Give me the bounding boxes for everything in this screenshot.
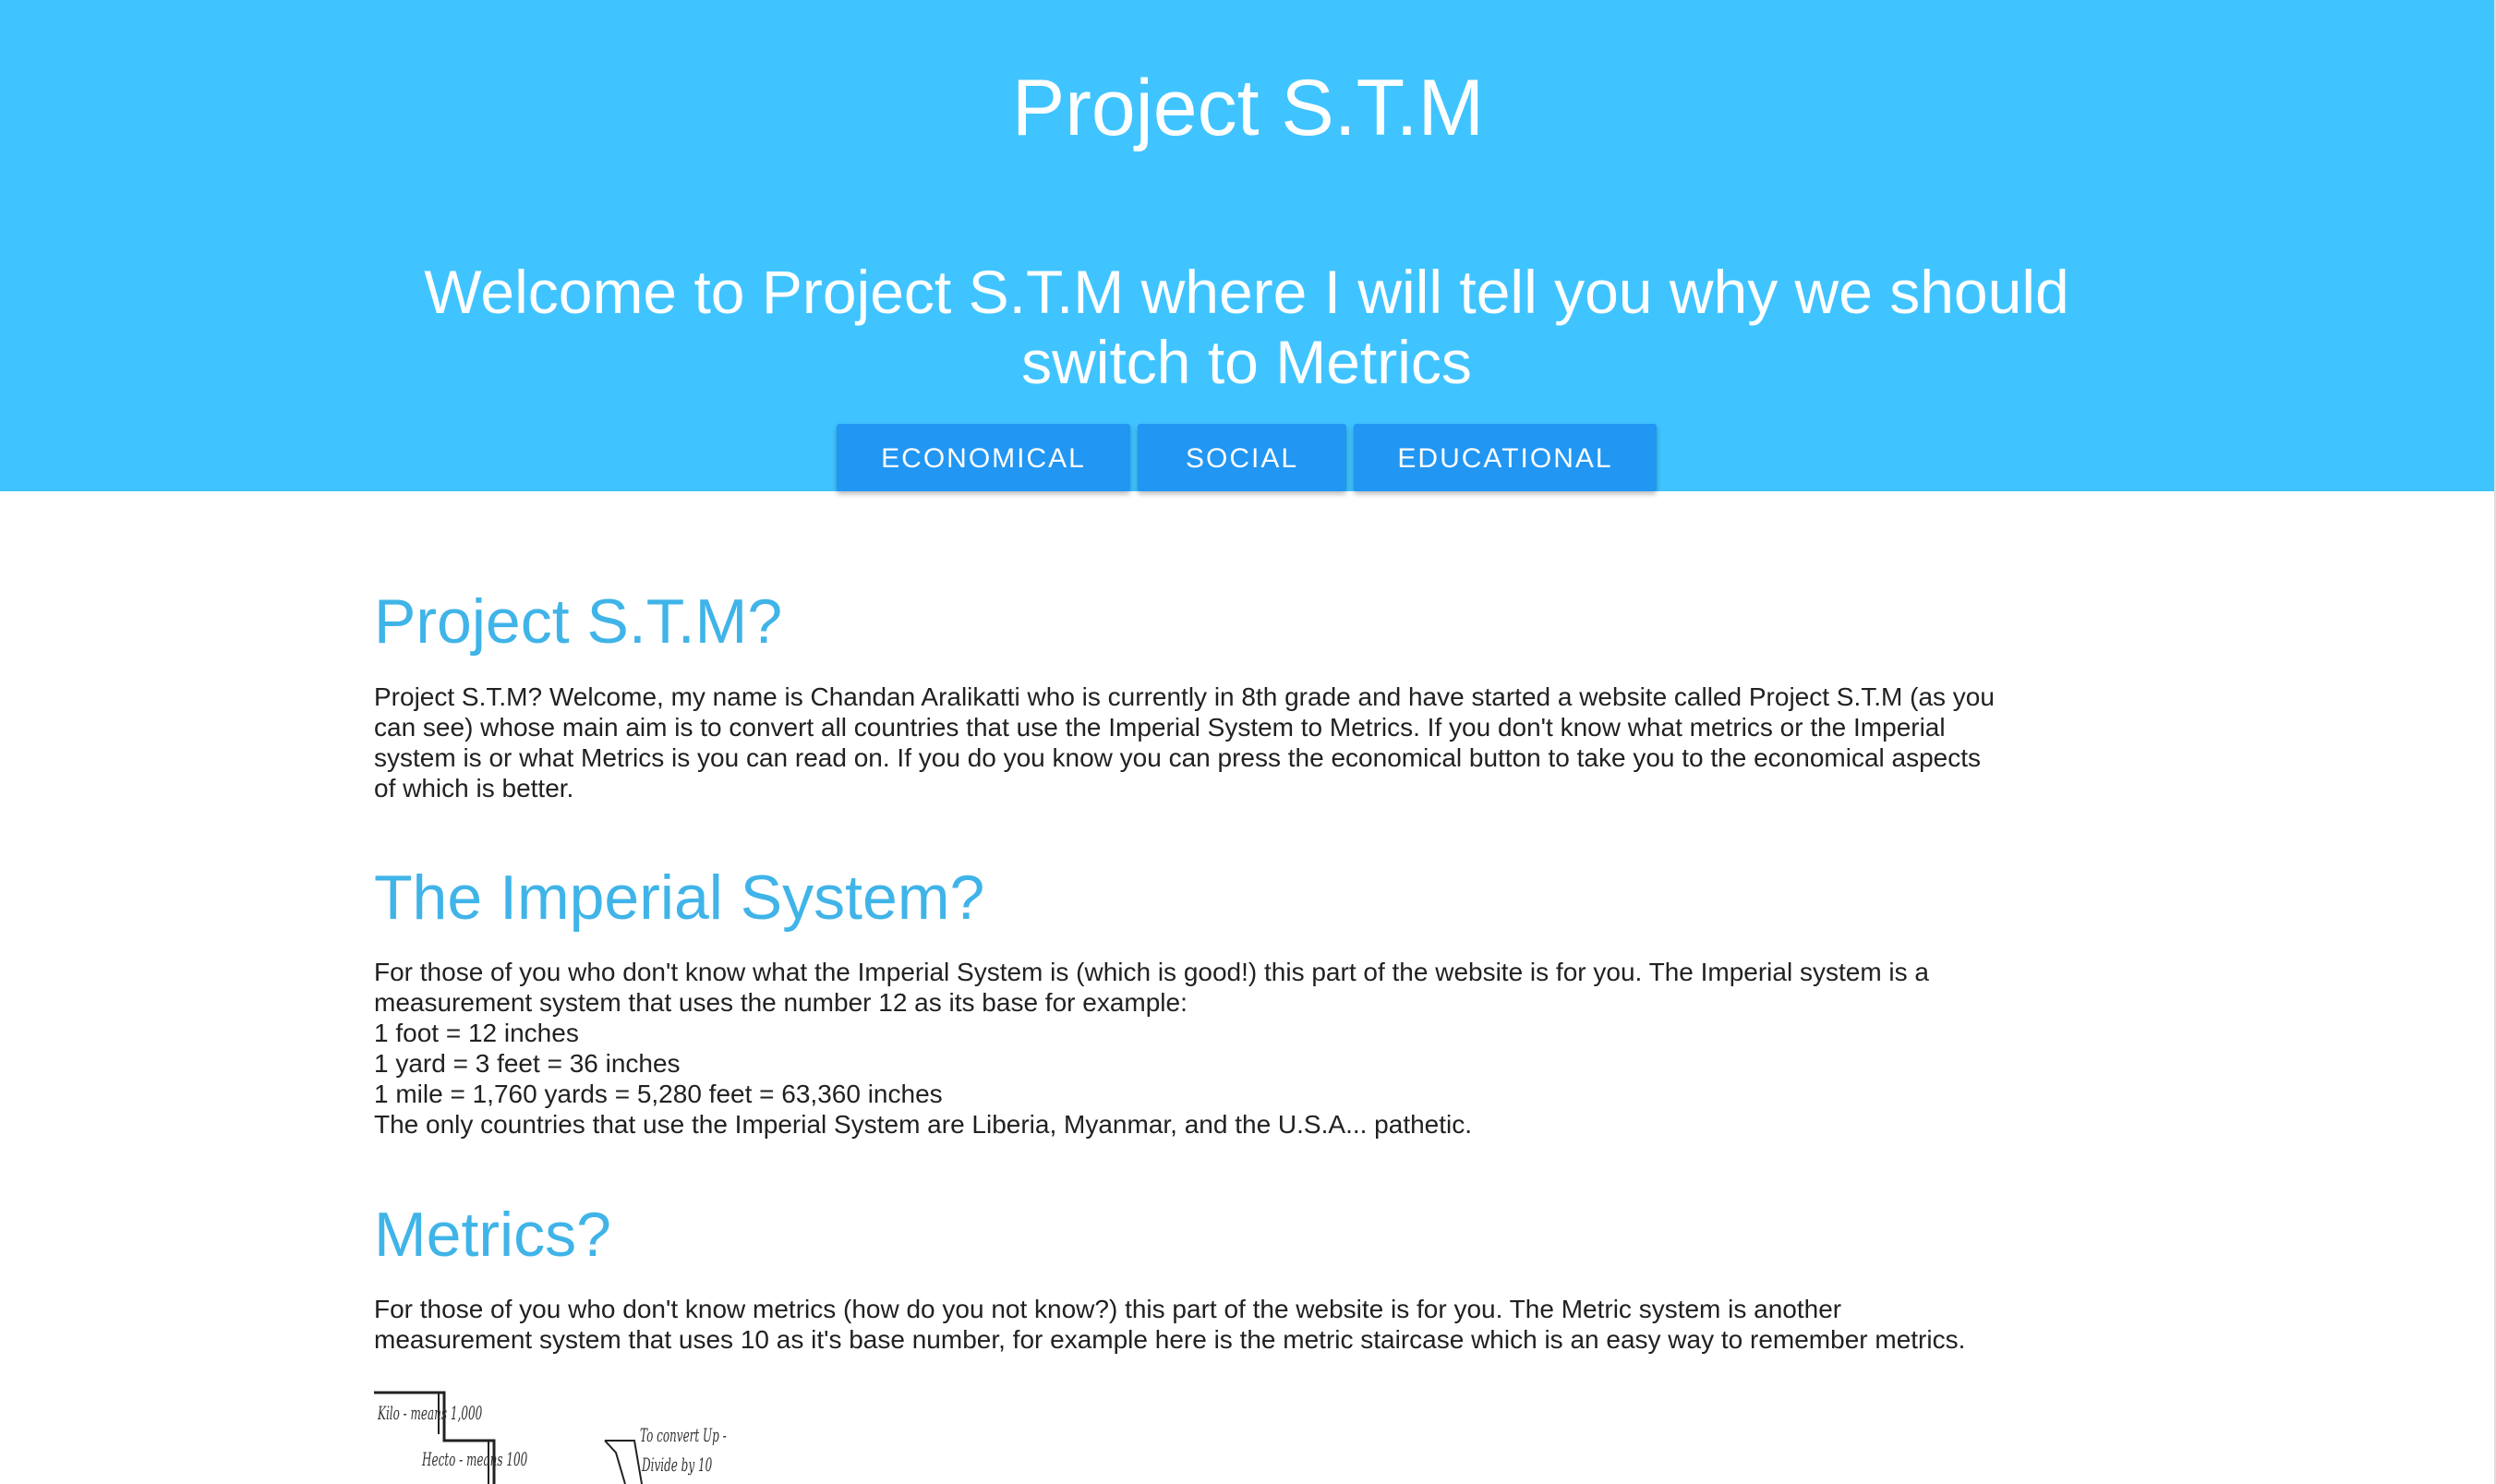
nav-bar: ECONOMICAL SOCIAL EDUCATIONAL [0,424,2496,493]
section-heading-imperial-system: The Imperial System? [374,863,985,933]
kilo-label: Kilo - means 1,000 [378,1402,483,1424]
social-button[interactable]: SOCIAL [1138,424,1346,491]
divide-label: Divide by 10 [642,1454,713,1476]
text-line: measurement system that uses 10 as it's … [374,1325,1966,1354]
section-text-metrics: For those of you who don't know metrics … [374,1294,2110,1355]
text-line: of which is better. [374,774,574,802]
text-line: For those of you who don't know what the… [374,958,1930,986]
educational-button[interactable]: EDUCATIONAL [1354,424,1657,491]
page-title: Project S.T.M [1011,64,1485,152]
hecto-label: Hecto - means 100 [422,1448,528,1470]
text-line: measurement system that uses the number … [374,988,1188,1017]
text-line: system is or what Metrics is you can rea… [374,743,1982,772]
section-heading-project-stm: Project S.T.M? [374,586,783,657]
section-heading-metrics: Metrics? [374,1200,611,1270]
convert-up-label: To convert Up - [640,1424,727,1446]
page-subtitle: Welcome to Project S.T.M where I will te… [424,258,2069,396]
economical-button[interactable]: ECONOMICAL [837,424,1130,491]
header-banner: Project S.T.M Welcome to Project S.T.M w… [0,0,2496,491]
text-line: 1 foot = 12 inches [374,1019,579,1047]
text-line: 1 yard = 3 feet = 36 inches [374,1049,681,1078]
text-line: can see) whose main aim is to convert al… [374,713,1946,742]
text-line: 1 mile = 1,760 yards = 5,280 feet = 63,3… [374,1080,943,1108]
section-text-project-stm: Project S.T.M? Welcome, my name is Chand… [374,682,2110,803]
section-text-imperial-system: For those of you who don't know what the… [374,957,2110,1140]
text-line: The only countries that use the Imperial… [374,1110,1473,1139]
page: Project S.T.M Welcome to Project S.T.M w… [0,0,2496,1484]
text-line: Project S.T.M? Welcome, my name is Chand… [374,682,1995,711]
metric-staircase-image: Kilo - means 1,000 Hecto - means 100 To … [374,1383,762,1484]
text-line: For those of you who don't know metrics … [374,1295,1842,1323]
